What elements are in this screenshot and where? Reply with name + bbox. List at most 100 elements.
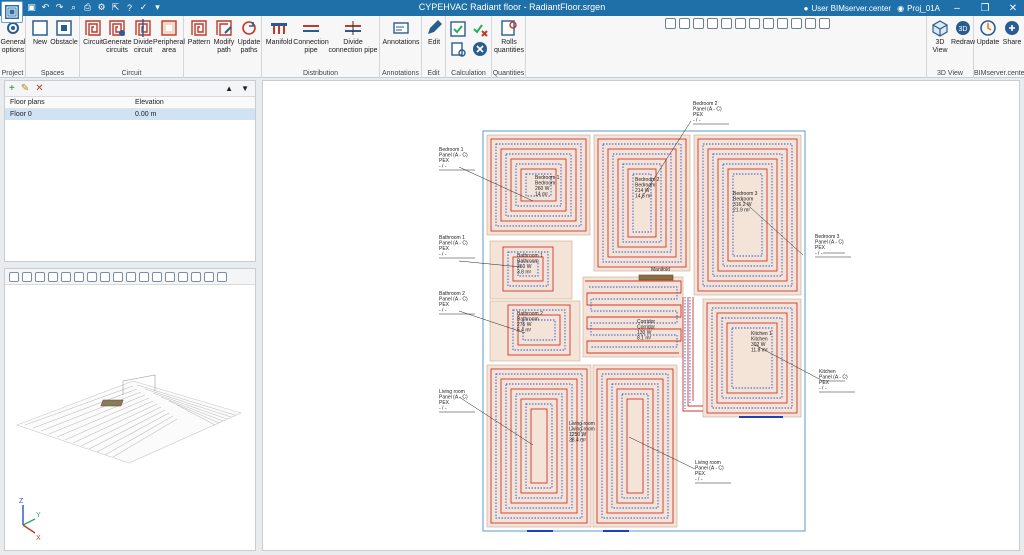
- callout-kitchen[interactable]: KitchenPanel (A - C)PEX- / -: [819, 369, 855, 393]
- move-down-icon[interactable]: ▼: [241, 84, 249, 93]
- group-calculation: Calculation: [446, 16, 492, 78]
- user-account[interactable]: ● User BIMserver.center: [804, 4, 891, 13]
- callout-bathroom-1[interactable]: Bathroom 1Panel (A - C)PEX- / -: [439, 235, 475, 259]
- modify-path-button[interactable]: Modify path: [212, 19, 236, 55]
- filter-icon[interactable]: [165, 271, 175, 282]
- layers-3d-icon[interactable]: [152, 271, 162, 282]
- update-button[interactable]: Update: [976, 19, 1000, 47]
- references-icon[interactable]: [777, 18, 788, 29]
- 3d-view-button[interactable]: 3D View: [929, 19, 951, 55]
- render-shaded-icon[interactable]: [126, 271, 136, 282]
- calculate-button[interactable]: [448, 20, 468, 40]
- render-wire-icon[interactable]: [87, 271, 97, 282]
- manifold-label: Manifold: [651, 267, 670, 273]
- render-solid-icon[interactable]: [100, 271, 110, 282]
- check-errors-button[interactable]: [470, 20, 490, 40]
- manifold-button[interactable]: Manifold: [264, 19, 294, 47]
- obstacle-button[interactable]: Obstacle: [50, 19, 78, 47]
- divide-circuit-button[interactable]: Divide circuit: [131, 19, 155, 55]
- update-label: Update: [976, 39, 1000, 46]
- general-options-button[interactable]: General options: [1, 19, 25, 55]
- minimize-button[interactable]: –: [946, 0, 968, 16]
- panel-splitter[interactable]: [4, 263, 256, 267]
- 3d-model-viewport[interactable]: Z Y X: [5, 285, 255, 550]
- floor-plans-panel: + ✎ ✕ ▲ ▼ Floor plans Elevation Floor 0 …: [4, 80, 256, 262]
- callout-living-room-2[interactable]: Living roomPanel (A - C)PEX- / -: [695, 460, 731, 484]
- redraw-button[interactable]: 3D Redraw: [951, 19, 975, 47]
- group-project: General options Project: [0, 16, 26, 78]
- pattern-button[interactable]: Pattern: [187, 19, 211, 47]
- annotations-button[interactable]: Annotations: [382, 19, 420, 47]
- circuit-button[interactable]: Circuit: [82, 19, 104, 47]
- connection-pipe-button[interactable]: Connection pipe: [293, 19, 329, 55]
- edit-icon[interactable]: ✎: [21, 83, 29, 94]
- pan-3d-icon[interactable]: [191, 271, 201, 282]
- table-row[interactable]: Floor 0 0.00 m: [5, 109, 255, 120]
- group-label-project: Project: [1, 70, 24, 77]
- 3d-view-toolbar: [5, 269, 255, 285]
- update-paths-label: Update paths: [237, 39, 261, 54]
- modify-path-icon: [215, 19, 233, 37]
- edit-button[interactable]: Edit: [424, 19, 444, 47]
- view-front-icon[interactable]: [35, 271, 45, 282]
- share-button[interactable]: Share: [1000, 19, 1024, 47]
- zoom-all-icon[interactable]: [707, 18, 718, 29]
- callout-living-room[interactable]: Living roomPanel (A - C)PEX- / -: [439, 389, 475, 413]
- room-tag-line: 5.4 m²: [517, 328, 532, 334]
- zoom-previous-icon[interactable]: [721, 18, 732, 29]
- callout-bedroom-3[interactable]: Bedroom 3Panel (A - C)PEX- / -: [815, 234, 851, 258]
- new-space-button[interactable]: New: [30, 19, 50, 47]
- move-up-icon[interactable]: ▲: [225, 84, 233, 93]
- orbit-icon[interactable]: [749, 18, 760, 29]
- render-hidden-icon[interactable]: [113, 271, 123, 282]
- perspective-icon[interactable]: [61, 271, 71, 282]
- delete-icon[interactable]: ✕: [35, 83, 43, 94]
- share-icon: [1003, 19, 1021, 37]
- axis-x-label: X: [36, 535, 41, 542]
- visibility-icon[interactable]: [74, 271, 84, 282]
- project-selector[interactable]: ◉ Proj_01A: [897, 4, 940, 13]
- callout-bathroom-2[interactable]: Bathroom 2Panel (A - C)PEX- / -: [439, 291, 475, 315]
- view-top-icon[interactable]: [22, 271, 32, 282]
- group-spaces: New Obstacle Spaces: [26, 16, 80, 78]
- layers-icon[interactable]: [763, 18, 774, 29]
- cancel-calculation-button[interactable]: [470, 40, 490, 60]
- room-tag-line: 14 m²: [535, 192, 548, 198]
- callout-bedroom-2[interactable]: Bedroom 2Panel (A - C)PEX- / -: [693, 101, 729, 125]
- view-iso-icon[interactable]: [9, 271, 19, 282]
- zoom-window-icon[interactable]: [665, 18, 676, 29]
- snap-icon[interactable]: [791, 18, 802, 29]
- group-label-circuit: Circuit: [121, 70, 142, 77]
- sections-icon[interactable]: [139, 271, 149, 282]
- fit-3d-icon[interactable]: [217, 271, 227, 282]
- close-button[interactable]: ✕: [1002, 0, 1024, 16]
- rolls-quantities-button[interactable]: Rolls quantities: [493, 19, 525, 55]
- zoom-3d-icon[interactable]: [178, 271, 188, 282]
- view-side-icon[interactable]: [48, 271, 58, 282]
- ortho-icon[interactable]: [819, 18, 830, 29]
- project-icon: ◉: [897, 3, 905, 13]
- orbit-3d-icon[interactable]: [204, 271, 214, 282]
- zoom-in-icon[interactable]: [679, 18, 690, 29]
- app-logo-icon[interactable]: [1, 1, 23, 23]
- add-icon[interactable]: +: [9, 83, 15, 94]
- results-button[interactable]: [448, 40, 468, 60]
- generate-circuits-button[interactable]: Generate circuits: [102, 19, 132, 55]
- callout-bedroom-1[interactable]: Bedroom 1Panel (A - C)PEX- / -: [439, 147, 475, 171]
- update-paths-button[interactable]: Update paths: [236, 19, 262, 55]
- plan-drawing-area[interactable]: Manifold Bedroom 1 Bedroom 260 W 14 m² Bedro…: [262, 80, 1020, 551]
- room-kitchen[interactable]: [702, 298, 802, 418]
- peripheral-area-button[interactable]: Peripheral area: [153, 19, 185, 55]
- redraw-label: Redraw: [950, 39, 976, 46]
- group-label-distribution: Distribution: [302, 70, 338, 77]
- generate-circuits-icon: [108, 19, 126, 37]
- pan-icon[interactable]: [735, 18, 746, 29]
- group-label-spaces: Spaces: [40, 70, 65, 77]
- divide-connection-pipe-button[interactable]: Divide connection pipe: [328, 19, 378, 55]
- peripheral-area-icon: [160, 19, 178, 37]
- grid-icon[interactable]: [805, 18, 816, 29]
- zoom-out-icon[interactable]: [693, 18, 704, 29]
- restore-button[interactable]: ❐: [974, 0, 996, 16]
- 3d-view-label: 3D View: [932, 39, 948, 54]
- group-label-bimserver: BIMserver.center: [974, 70, 1024, 77]
